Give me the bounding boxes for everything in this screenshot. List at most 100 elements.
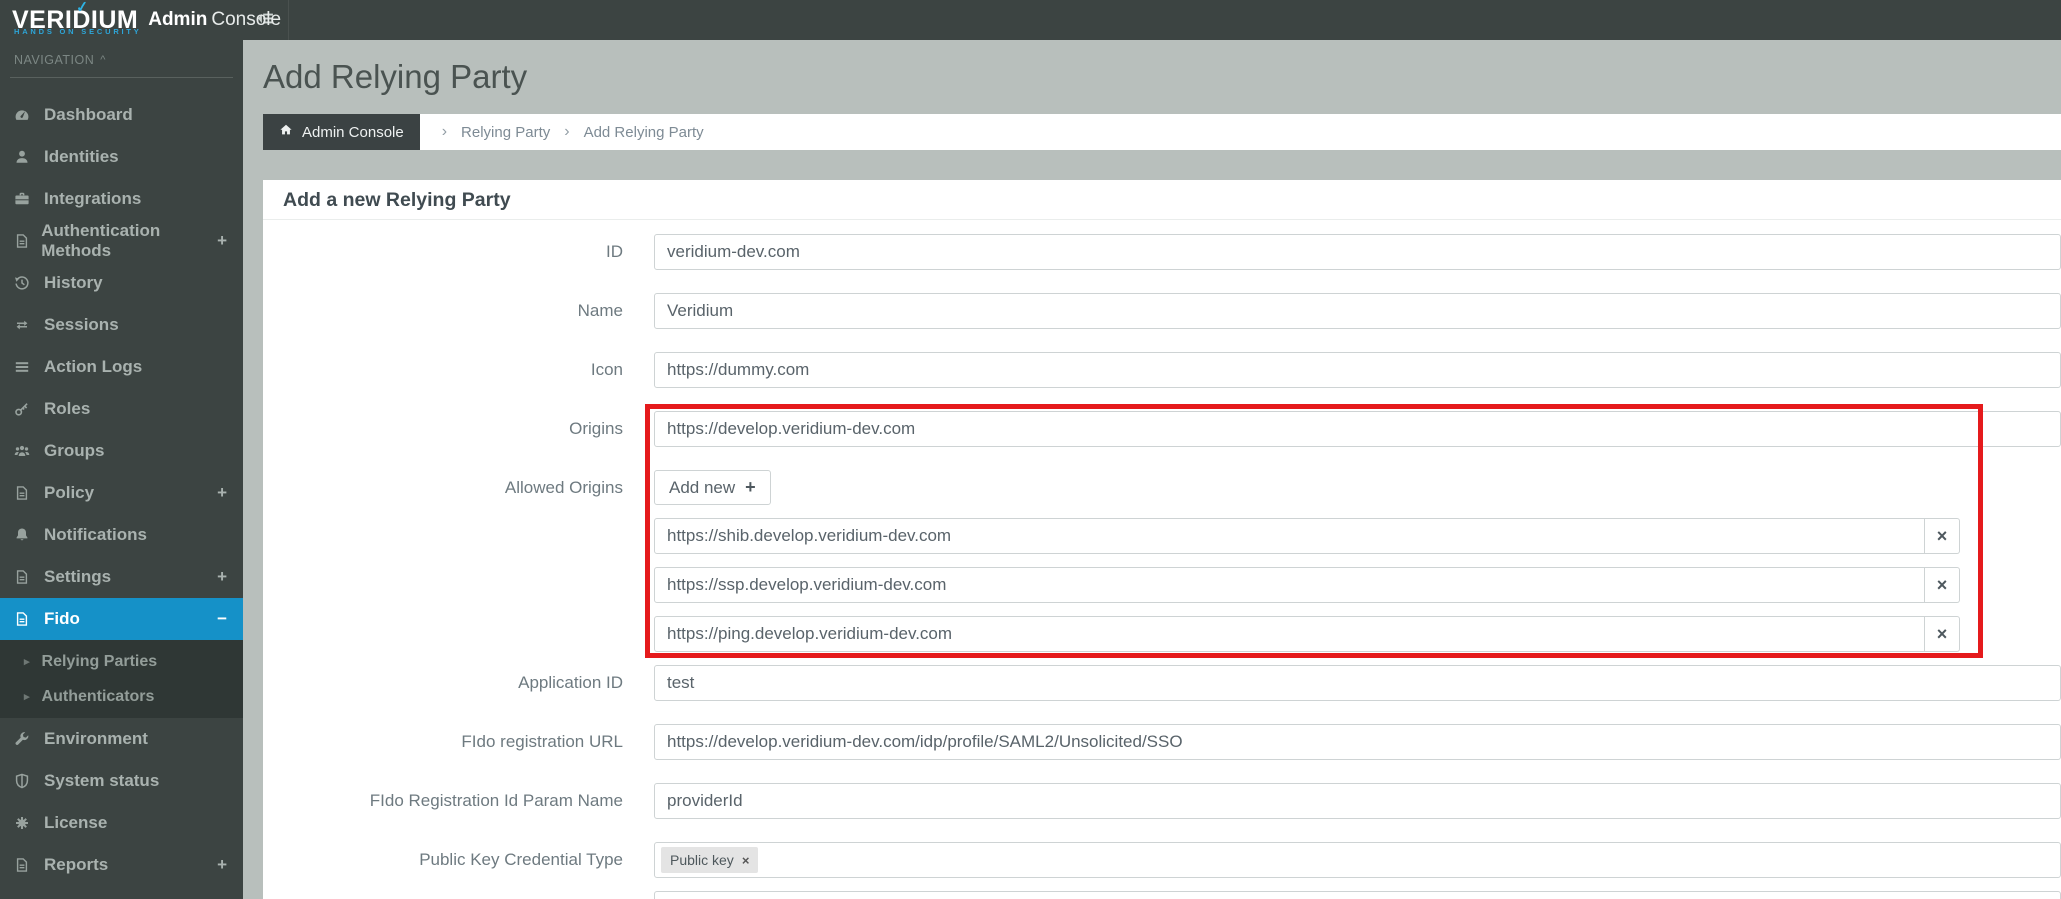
app-title: Admin Console	[148, 9, 282, 30]
seal-icon	[14, 815, 44, 831]
close-icon: ×	[1936, 525, 1948, 546]
panel-heading: Add a new Relying Party	[263, 180, 2061, 220]
allowed-origin-input[interactable]	[654, 616, 1925, 652]
public-key-credential-type-label: Public Key Credential Type	[419, 850, 623, 869]
form-row-fido-registration-id-param-name: FIdo Registration Id Param Name	[263, 783, 2061, 819]
breadcrumb-root[interactable]: Admin Console	[263, 114, 420, 150]
document-icon	[14, 485, 44, 501]
credential-type-chip: Public key ×	[661, 847, 759, 873]
icon-input[interactable]	[654, 352, 2061, 388]
expand-plus-icon[interactable]: +	[217, 855, 227, 875]
breadcrumb: Admin Console › Relying Party › Add Rely…	[263, 114, 2061, 150]
sidebar-divider	[10, 77, 233, 78]
brand-logo[interactable]: VERIDIUM ✓ HANDS ON SECURITY Admin Consol…	[0, 0, 281, 40]
allowed-origin-group: ×	[654, 567, 1960, 603]
origins-label: Origins	[569, 419, 623, 438]
sidebar: NAVIGATION ^ Dashboard Identities Integr…	[0, 40, 243, 899]
allowed-origin-input[interactable]	[654, 567, 1925, 603]
sidebar-item-settings[interactable]: Settings +	[0, 556, 243, 598]
form-row-application-id: Application ID	[263, 665, 2061, 701]
key-icon	[14, 401, 44, 417]
sidebar-item-history[interactable]: History	[0, 262, 243, 304]
main-content: Add Relying Party Admin Console › Relyin…	[243, 40, 2061, 899]
fido-registration-id-param-name-label: FIdo Registration Id Param Name	[369, 791, 623, 810]
name-input[interactable]	[654, 293, 2061, 329]
allowed-origin-input[interactable]	[654, 518, 1925, 554]
name-label: Name	[577, 301, 623, 320]
sidebar-section-header: NAVIGATION ^	[14, 53, 106, 67]
allowed-origin-row: ×	[263, 518, 2061, 554]
sidebar-item-system-status[interactable]: System status	[0, 760, 243, 802]
sidebar-item-license[interactable]: License	[0, 802, 243, 844]
allowed-origin-group: ×	[654, 616, 1960, 652]
page-title: Add Relying Party	[263, 58, 528, 95]
expand-minus-icon[interactable]: −	[217, 609, 227, 629]
add-relying-party-panel: Add a new Relying Party ID Name Icon Ori…	[263, 180, 2061, 899]
sidebar-item-roles[interactable]: Roles	[0, 388, 243, 430]
expand-plus-icon[interactable]: +	[217, 231, 227, 251]
sidebar-item-policy[interactable]: Policy +	[0, 472, 243, 514]
brand-tagline: HANDS ON SECURITY	[14, 27, 142, 36]
id-input[interactable]	[654, 234, 2061, 270]
expand-plus-icon[interactable]: +	[217, 483, 227, 503]
form-row-icon: Icon	[263, 352, 2061, 388]
sidebar-item-action-logs[interactable]: Action Logs	[0, 346, 243, 388]
history-icon	[14, 275, 44, 291]
caret-right-icon: ▸	[24, 656, 30, 668]
fido-registration-id-param-name-input[interactable]	[654, 783, 2061, 819]
partial-input[interactable]	[654, 891, 2061, 899]
allowed-origins-label: Allowed Origins	[504, 477, 623, 497]
document-icon	[14, 569, 44, 585]
sidebar-item-identities[interactable]: Identities	[0, 136, 243, 178]
brand-check-icon: ✓	[75, 0, 90, 17]
sidebar-item-notifications[interactable]: Notifications	[0, 514, 243, 556]
sidebar-item-integrations[interactable]: Integrations	[0, 178, 243, 220]
sidebar-item-fido[interactable]: Fido −	[0, 598, 243, 640]
form-row-fido-registration-url: FIdo registration URL	[263, 724, 2061, 760]
fido-registration-url-label: FIdo registration URL	[461, 732, 623, 751]
sidebar-item-reports[interactable]: Reports +	[0, 844, 243, 886]
shield-icon	[14, 773, 44, 789]
sidebar-item-authentication-methods[interactable]: Authentication Methods +	[0, 220, 243, 262]
form-row-allowed-origins: Allowed Origins Add new +	[263, 470, 2061, 505]
form-row-id: ID	[263, 234, 2061, 270]
allowed-origin-row: ×	[263, 616, 2061, 652]
breadcrumb-separator: ›	[564, 123, 570, 140]
breadcrumb-item-relying-party[interactable]: Relying Party	[461, 124, 550, 141]
remove-origin-button[interactable]: ×	[1925, 616, 1960, 652]
section-collapse-caret[interactable]: ^	[100, 54, 106, 66]
expand-plus-icon[interactable]: +	[217, 567, 227, 587]
user-icon	[14, 149, 44, 165]
close-icon: ×	[1936, 574, 1948, 595]
form-row-name: Name	[263, 293, 2061, 329]
top-navbar: VERIDIUM ✓ HANDS ON SECURITY Admin Consol…	[0, 0, 2061, 40]
relying-party-form: ID Name Icon Origins Allowed Origins Add…	[263, 220, 2061, 899]
application-id-input[interactable]	[654, 665, 2061, 701]
close-icon: ×	[1936, 623, 1948, 644]
form-row-origins: Origins	[263, 411, 2061, 447]
remove-origin-button[interactable]: ×	[1925, 518, 1960, 554]
fido-submenu: ▸ Relying Parties ▸ Authenticators	[0, 640, 243, 718]
sidebar-item-sessions[interactable]: Sessions	[0, 304, 243, 346]
fido-registration-url-input[interactable]	[654, 724, 2061, 760]
bell-icon	[14, 527, 44, 543]
document-icon	[14, 611, 44, 627]
breadcrumb-item-current: Add Relying Party	[583, 123, 704, 141]
remove-origin-button[interactable]: ×	[1925, 567, 1960, 603]
sidebar-item-dashboard[interactable]: Dashboard	[0, 94, 243, 136]
users-icon	[14, 443, 44, 459]
credential-type-multiselect[interactable]: Public key ×	[654, 842, 2061, 878]
chip-remove-icon[interactable]: ×	[742, 853, 750, 868]
sidebar-item-groups[interactable]: Groups	[0, 430, 243, 472]
icon-label: Icon	[590, 360, 623, 379]
dashboard-icon	[14, 107, 44, 123]
add-new-origin-button[interactable]: Add new +	[654, 470, 771, 505]
form-row-public-key-credential-type: Public Key Credential Type Public key ×	[263, 842, 2061, 878]
sidebar-item-environment[interactable]: Environment	[0, 718, 243, 760]
breadcrumb-trail: › Relying Party › Add Relying Party	[420, 114, 704, 150]
sidebar-subitem-authenticators[interactable]: ▸ Authenticators	[0, 679, 243, 714]
sidebar-subitem-relying-parties[interactable]: ▸ Relying Parties	[0, 644, 243, 679]
briefcase-icon	[14, 191, 44, 207]
breadcrumb-separator: ›	[441, 123, 448, 140]
origins-input[interactable]	[654, 411, 2061, 447]
